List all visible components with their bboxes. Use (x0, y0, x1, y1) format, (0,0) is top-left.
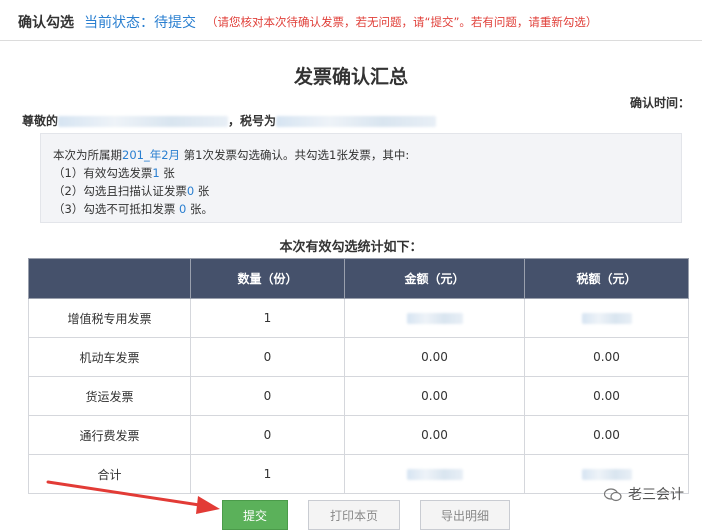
row-name: 机动车发票 (28, 337, 191, 377)
summary-line-2-unit: 张 (194, 184, 210, 198)
current-status: 当前状态：待提交 (84, 15, 196, 31)
summary-line-2-text: （2）勾选且扫描认证发票 (53, 184, 187, 198)
summary-intro: 本次为所属期201_年2月 第1次发票勾选确认。共勾选1张发票，其中: (53, 146, 681, 164)
header-blank (28, 258, 191, 299)
row-tax: 0.00 (524, 415, 689, 455)
watermark: 老三会计 (604, 484, 684, 504)
summary-line-1-text: （1）有效勾选发票 (53, 166, 153, 180)
period-year: 201_年 (122, 148, 162, 162)
stats-heading: 本次有效勾选统计如下： (279, 240, 423, 255)
section-title: 确认勾选 (18, 15, 74, 31)
red-arrow-annotation (46, 480, 220, 514)
table-row: 增值税专用发票 1 (28, 298, 689, 338)
redacted-tax-number (276, 116, 437, 127)
export-details-button[interactable]: 导出明细 (420, 500, 510, 530)
row-amount: 0.00 (344, 376, 525, 416)
summary-intro-text: 本次为所属期 (53, 148, 122, 162)
row-count: 0 (190, 415, 345, 455)
table-row: 货运发票 0 0.00 0.00 (28, 376, 689, 416)
page-title: 发票确认汇总 (293, 66, 408, 88)
redacted-amount (406, 313, 463, 324)
row-name: 增值税专用发票 (28, 298, 191, 338)
header-amount: 金额（元） (344, 258, 525, 299)
redacted-tax (581, 313, 632, 324)
summary-intro-rest: 第1次发票勾选确认。共勾选1张发票，其中: (180, 148, 410, 162)
summary-line-2: （2）勾选且扫描认证发票0 张 (53, 182, 681, 200)
header-tax: 税额（元） (524, 258, 689, 299)
redacted-company-name (58, 116, 229, 127)
watermark-text: 老三会计 (628, 487, 684, 503)
confirm-time-label: 确认时间： (629, 96, 690, 110)
row-count: 0 (190, 337, 345, 377)
row-count: 0 (190, 376, 345, 416)
table-header-row: 数量（份） 金额（元） 税额（元） (28, 258, 689, 299)
summary-line-1-unit: 张 (159, 166, 175, 180)
redacted-amount (406, 469, 463, 480)
wechat-icon (604, 488, 622, 502)
table-row: 通行费发票 0 0.00 0.00 (28, 415, 689, 455)
summary-line-3-unit: 张。 (186, 202, 213, 216)
respect-prefix: 尊敬的 (22, 114, 59, 128)
row-count: 1 (190, 298, 345, 338)
summary-line-3-text: （3）勾选不可抵扣发票 (53, 202, 179, 216)
redacted-tax (581, 469, 632, 480)
row-tax: 0.00 (524, 376, 689, 416)
taxpayer-info: 尊敬的 ，税号为 (22, 112, 437, 129)
row-tax (524, 298, 689, 338)
selection-summary-box: 本次为所属期201_年2月 第1次发票勾选确认。共勾选1张发票，其中: （1）有… (40, 133, 682, 223)
print-page-button[interactable]: 打印本页 (308, 500, 400, 530)
table-row: 机动车发票 0 0.00 0.00 (28, 337, 689, 377)
row-amount (344, 298, 525, 338)
period-month: 2月 (161, 148, 181, 162)
summary-line-1: （1）有效勾选发票1 张 (53, 164, 681, 182)
notice-text: （请您核对本次待确认发票，若无问题，请“提交”。若有问题，请重新勾选） (206, 15, 598, 29)
row-amount: 0.00 (344, 337, 525, 377)
row-tax: 0.00 (524, 337, 689, 377)
tax-no-label: ，税号为 (228, 114, 277, 128)
row-amount (344, 454, 525, 494)
row-name: 货运发票 (28, 376, 191, 416)
top-status-bar: 确认勾选 当前状态：待提交 （请您核对本次待确认发票，若无问题，请“提交”。若有… (0, 0, 702, 41)
stats-table: 数量（份） 金额（元） 税额（元） 增值税专用发票 1 机动车发票 0 0.00… (28, 258, 689, 494)
summary-line-1-value: 1 (152, 166, 160, 180)
submit-button[interactable]: 提交 (222, 500, 288, 530)
header-count: 数量（份） (190, 258, 345, 299)
row-amount: 0.00 (344, 415, 525, 455)
row-name: 通行费发票 (28, 415, 191, 455)
summary-line-3: （3）勾选不可抵扣发票 0 张。 (53, 200, 681, 218)
